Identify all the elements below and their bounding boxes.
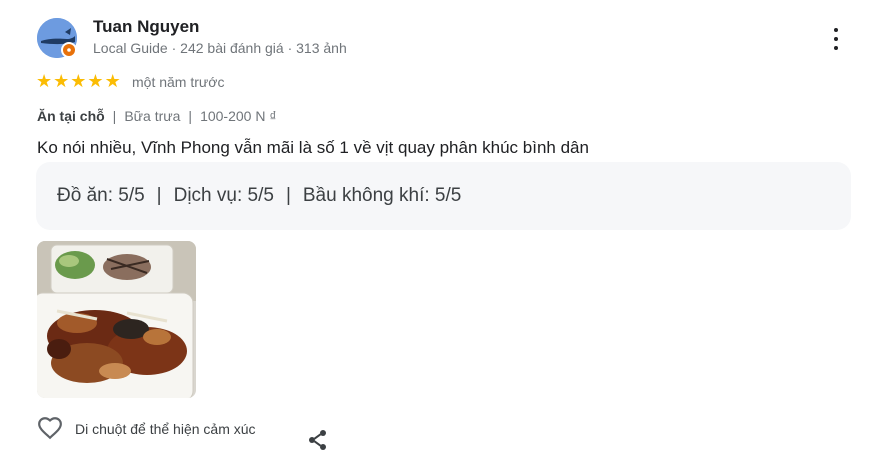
roast-duck-photo [37,241,196,398]
review-text: Ko nói nhiều, Vĩnh Phong vẫn mãi là số 1… [37,138,589,157]
more-options-button[interactable] [826,26,846,52]
star-icon: ★ [87,71,104,91]
star-icon: ★ [36,71,53,91]
food-rating: Đồ ăn: 5/5 [57,185,145,206]
star-rating: ★ ★ ★ ★ ★ [36,72,121,90]
heart-icon [38,417,62,440]
like-button[interactable] [37,415,63,441]
price-range: 100-200 N ₫ [200,108,277,124]
review-attributes: Ăn tại chỗ | Bữa trưa | 100-200 N ₫ [37,108,277,124]
service-type: Ăn tại chỗ [37,108,105,124]
share-icon [309,430,326,450]
reviewer-meta: Local Guide · 242 bài đánh giá · 313 ảnh [93,40,347,56]
star-icon: ★ [104,71,121,91]
share-button[interactable] [306,428,330,452]
more-vert-icon [834,28,838,32]
star-icon: ★ [53,71,70,91]
atmosphere-rating: Bầu không khí: 5/5 [302,185,462,206]
like-label: Di chuột để thể hiện cảm xúc [75,421,256,437]
reviewer-name[interactable]: Tuan Nguyen [93,17,199,37]
review-time: một năm trước [132,74,225,90]
meal-type: Bữa trưa [124,108,181,124]
review-photo[interactable] [37,241,196,398]
sub-ratings-box: Đồ ăn: 5/5 | Dịch vụ: 5/5 | Bầu không kh… [36,162,851,230]
local-guide-badge-icon [61,42,77,58]
star-icon: ★ [70,71,87,91]
service-rating: Dịch vụ: 5/5 [173,185,274,206]
